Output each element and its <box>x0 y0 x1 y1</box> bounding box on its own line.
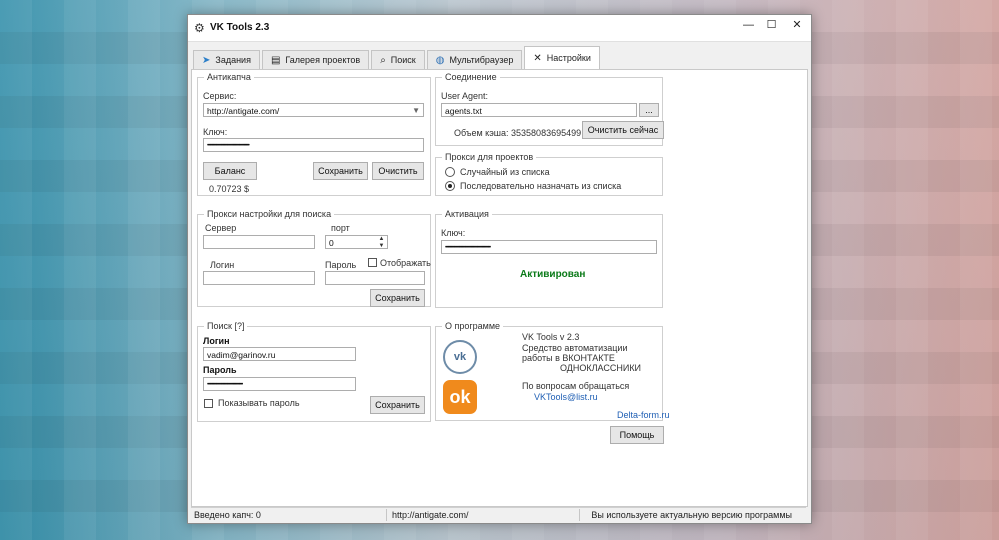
maximize-button[interactable]: ☐ <box>760 15 783 35</box>
status-bar: Введено капч: 0 http://antigate.com/ Вы … <box>191 507 806 522</box>
proxy-port-stepper[interactable]: 0 ▲ ▼ <box>325 235 388 249</box>
search-account-legend: Поиск [?] <box>204 321 248 331</box>
user-agent-label: User Agent: <box>441 91 489 101</box>
service-label: Сервис: <box>203 91 237 101</box>
chevron-down-icon: ▼ <box>412 106 420 115</box>
proxy-server-input[interactable] <box>203 235 315 249</box>
app-window: ⚙ VK Tools 2.3 — ☐ ✕ ➤ Задания ▤ Галерея п… <box>187 14 812 524</box>
search-password-input[interactable]: •••••••••••••••••••••••••••••••• <box>203 377 356 391</box>
about-desc-line3: ОДНОКЛАССНИКИ <box>560 363 642 373</box>
captcha-key-input[interactable]: •••••••••••••••••••••••••••••••••••••• <box>203 138 424 152</box>
sequential-proxy-radio[interactable] <box>445 181 455 191</box>
activation-status: Активирован <box>520 269 586 280</box>
search-login-label: Логин <box>203 336 230 346</box>
support-email-link[interactable]: VKTools@list.ru <box>534 392 598 402</box>
server-label: Сервер <box>205 223 237 233</box>
balance-button[interactable]: Баланс <box>203 162 257 180</box>
about-group: О программе vk ok VK Tools v 2.3 Средств… <box>435 321 670 421</box>
spin-arrows-icon: ▲ ▼ <box>378 236 385 249</box>
activation-group: Активация Ключ: ••••••••••••••••••••••••… <box>435 209 663 308</box>
anticaptcha-group: Антикапча Сервис: http://antigate.com/ ▼… <box>197 72 431 196</box>
search-account-group: Поиск [?] Логин vadim@garinov.ru Пароль … <box>197 321 431 422</box>
globe-icon: ◍ <box>435 54 445 66</box>
connection-legend: Соединение <box>442 72 500 82</box>
search-login-input[interactable]: vadim@garinov.ru <box>203 347 356 361</box>
about-version: VK Tools v 2.3 <box>522 332 580 342</box>
save-proxy-button[interactable]: Сохранить <box>370 289 425 307</box>
status-captcha-count: Введено капч: 0 <box>194 510 261 520</box>
clear-cache-button[interactable]: Очистить сейчас <box>582 121 664 139</box>
balance-value: 0.70723 $ <box>209 184 250 194</box>
status-version-message: Вы используете актуальную версию програм… <box>591 510 792 520</box>
show-password-label: Показывать пароль <box>218 398 300 408</box>
port-label: порт <box>331 223 350 233</box>
status-separator <box>386 509 387 521</box>
random-proxy-radio[interactable] <box>445 167 455 177</box>
about-desc-line1: Средство автоматизации <box>522 343 628 353</box>
tab-gallery[interactable]: ▤ Галерея проектов <box>261 50 370 69</box>
search-proxy-legend: Прокси настройки для поиска <box>204 209 335 219</box>
tools-icon: ✕ <box>533 52 542 64</box>
proxy-login-input[interactable] <box>203 271 315 285</box>
title-bar[interactable]: ⚙ VK Tools 2.3 — ☐ ✕ <box>188 15 811 42</box>
settings-pane: Антикапча Сервис: http://antigate.com/ ▼… <box>191 69 808 507</box>
odnoklassniki-logo[interactable]: ok <box>443 380 477 414</box>
activation-legend: Активация <box>442 209 492 219</box>
browse-user-agent-button[interactable]: ... <box>639 103 659 117</box>
save-captcha-button[interactable]: Сохранить <box>313 162 368 180</box>
proxy-password-input[interactable] <box>325 271 425 285</box>
project-proxy-group: Прокси для проектов Случайный из списка … <box>435 152 663 196</box>
show-proxy-password-checkbox[interactable] <box>368 258 377 267</box>
about-contact: По вопросам обращаться <box>522 381 630 391</box>
status-service: http://antigate.com/ <box>392 510 469 520</box>
vk-logo[interactable]: vk <box>443 340 477 374</box>
help-button[interactable]: Помощь <box>610 426 664 444</box>
anticaptcha-legend: Антикапча <box>204 72 254 82</box>
window-controls: — ☐ ✕ <box>737 15 811 41</box>
save-search-button[interactable]: Сохранить <box>370 396 425 414</box>
gallery-icon: ▤ <box>270 54 281 66</box>
show-password-checkbox[interactable] <box>204 399 213 408</box>
search-proxy-group: Прокси настройки для поиска Сервер порт … <box>197 209 431 307</box>
tab-settings[interactable]: ✕ Настройки <box>524 46 600 69</box>
login-label: Логин <box>210 260 235 270</box>
close-button[interactable]: ✕ <box>783 15 811 35</box>
project-proxy-legend: Прокси для проектов <box>442 152 537 162</box>
activation-key-label: Ключ: <box>441 228 466 238</box>
random-proxy-label: Случайный из списка <box>460 167 550 177</box>
status-separator <box>579 509 580 521</box>
magnifier-icon: ⌕ <box>380 54 386 66</box>
site-link[interactable]: Delta-form.ru <box>617 410 670 420</box>
tab-search[interactable]: ⌕ Поиск <box>371 50 425 69</box>
sequential-proxy-label: Последовательно назначать из списка <box>460 181 622 191</box>
password-label: Пароль <box>325 260 357 270</box>
tab-tasks[interactable]: ➤ Задания <box>193 50 260 69</box>
tab-multibrowser[interactable]: ◍ Мультибраузер <box>426 50 523 69</box>
connection-group: Соединение User Agent: agents.txt ... Об… <box>435 72 664 146</box>
window-title: VK Tools 2.3 <box>210 22 270 33</box>
cache-size-text: Объем кэша: 35358083695499 кб <box>454 128 593 138</box>
bird-icon: ➤ <box>202 54 211 66</box>
tab-bar: ➤ Задания ▤ Галерея проектов ⌕ Поиск ◍ Мульт… <box>193 46 602 69</box>
about-desc-line2: работы в ВКОНТАКТЕ <box>522 353 615 363</box>
key-label: Ключ: <box>203 127 228 137</box>
about-legend: О программе <box>442 321 504 331</box>
gear-icon: ⚙ <box>194 21 205 35</box>
minimize-button[interactable]: — <box>737 15 760 35</box>
service-combobox[interactable]: http://antigate.com/ ▼ <box>203 103 424 117</box>
clear-captcha-button[interactable]: Очистить <box>372 162 424 180</box>
activation-key-input[interactable]: ••••••••••••••••••••••••••••••••••••••••… <box>441 240 657 254</box>
search-password-label: Пароль <box>203 365 237 375</box>
show-proxy-password-label: Отображать <box>380 258 431 268</box>
user-agent-input[interactable]: agents.txt <box>441 103 637 117</box>
